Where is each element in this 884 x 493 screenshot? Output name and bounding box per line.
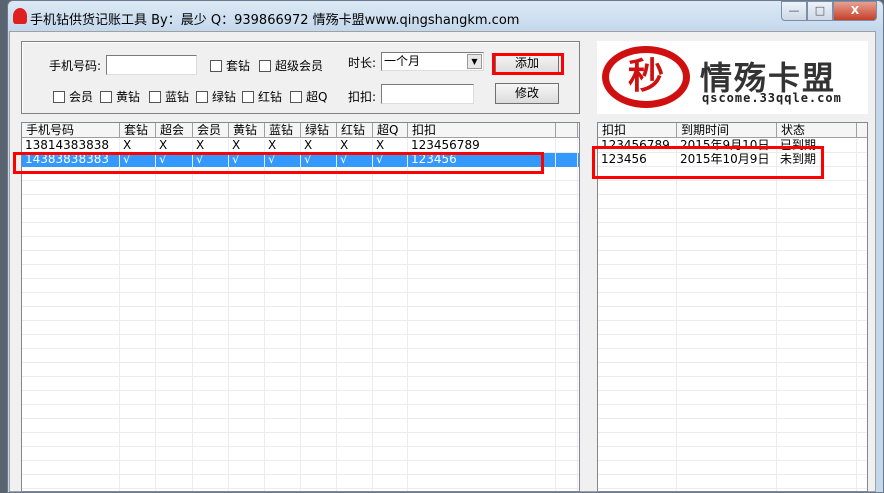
column-header[interactable]: 扣扣 — [598, 123, 677, 137]
main-table: 手机号码 套钻 超会 会员 黄钻 蓝钻 绿钻 红钻 超Q 扣扣 13814383838 X X X X X X… — [21, 122, 580, 492]
logo: 秒 情殇卡盟 qscome.33qqle.com — [597, 41, 868, 114]
column-header[interactable]: 会员 — [193, 123, 229, 137]
grid-line — [577, 139, 578, 491]
table-cell: 123456789 — [408, 139, 556, 153]
checkbox-box[interactable] — [210, 60, 222, 72]
table-cell: X — [337, 139, 373, 153]
column-header[interactable]: 红钻 — [337, 123, 373, 137]
grid-line — [776, 139, 777, 491]
input-group: 手机号码: 套钻 超级会员 时长: 一个月 ▼ 添加 会员 黄钻 蓝钻 绿钻 红钻… — [21, 41, 580, 114]
checkbox-box[interactable] — [242, 91, 254, 103]
column-header[interactable]: 扣扣 — [408, 123, 556, 137]
client-area: 手机号码: 套钻 超级会员 时长: 一个月 ▼ 添加 会员 黄钻 蓝钻 绿钻 红钻… — [9, 31, 876, 492]
checkbox-taozuan[interactable]: 套钻 — [210, 57, 250, 74]
duration-select[interactable]: 一个月 ▼ — [381, 52, 484, 71]
column-header[interactable]: 蓝钻 — [265, 123, 301, 137]
grid-line — [856, 139, 857, 491]
grid-line — [372, 139, 373, 491]
highlight-add — [492, 53, 564, 75]
checkbox-yellow[interactable]: 黄钻 — [100, 88, 140, 105]
grid-line — [336, 139, 337, 491]
chevron-down-icon[interactable]: ▼ — [467, 54, 482, 69]
grid-line — [228, 139, 229, 491]
checkbox-blue[interactable]: 蓝钻 — [149, 88, 189, 105]
table-cell: X — [301, 139, 337, 153]
app-icon — [13, 8, 27, 24]
logo-badge: 秒 — [602, 46, 690, 108]
column-header[interactable]: 超Q — [373, 123, 408, 137]
checkbox-box[interactable] — [259, 60, 271, 72]
column-header[interactable]: 黄钻 — [229, 123, 265, 137]
column-header[interactable]: 状态 — [777, 123, 857, 137]
phone-label: 手机号码: — [49, 59, 102, 73]
checkbox-red[interactable]: 红钻 — [242, 88, 282, 105]
duration-label: 时长: — [348, 56, 377, 70]
checkbox-member[interactable]: 会员 — [53, 88, 93, 105]
table-cell: X — [229, 139, 265, 153]
column-header[interactable]: 套钻 — [120, 123, 156, 137]
column-header[interactable]: 到期时间 — [677, 123, 777, 137]
table-cell: X — [373, 139, 408, 153]
maximize-button[interactable]: □ — [807, 1, 833, 21]
table-cell: 13814383838 — [22, 139, 120, 153]
grid-line — [155, 139, 156, 491]
highlight-row — [13, 152, 544, 174]
checkbox-box[interactable] — [53, 91, 65, 103]
table-cell: X — [193, 139, 229, 153]
grid-line — [407, 139, 408, 491]
grid-line — [555, 139, 556, 491]
column-header[interactable]: 超会 — [156, 123, 193, 137]
table-cell: X — [156, 139, 193, 153]
checkbox-box[interactable] — [100, 91, 112, 103]
table-cell: X — [265, 139, 301, 153]
qq-label: 扣扣: — [348, 90, 377, 104]
checkbox-box[interactable] — [290, 91, 302, 103]
modify-button[interactable]: 修改 — [495, 83, 559, 104]
column-header[interactable]: 手机号码 — [22, 123, 120, 137]
phone-input[interactable] — [106, 55, 197, 75]
checkbox-superq[interactable]: 超Q — [290, 88, 327, 105]
column-header-filler — [556, 123, 578, 137]
checkbox-super-member[interactable]: 超级会员 — [259, 57, 323, 74]
grid-line — [119, 139, 120, 491]
close-button[interactable]: X — [833, 1, 877, 21]
column-header[interactable]: 绿钻 — [301, 123, 337, 137]
window-title: 手机钻供货记账工具 By：晨少 Q：939866972 情殇卡盟www.qing… — [30, 13, 520, 28]
grid-line — [192, 139, 193, 491]
logo-url: qscome.33qqle.com — [702, 91, 842, 105]
checkbox-box[interactable] — [149, 91, 161, 103]
checkbox-green[interactable]: 绿钻 — [196, 88, 236, 105]
table-cell: X — [120, 139, 156, 153]
qq-input[interactable] — [381, 84, 474, 104]
checkbox-box[interactable] — [196, 91, 208, 103]
grid-line — [300, 139, 301, 491]
app-window: 手机钻供货记账工具 By：晨少 Q：939866972 情殇卡盟www.qing… — [7, 0, 884, 493]
minimize-button[interactable]: — — [781, 1, 807, 21]
grid-line — [264, 139, 265, 491]
grid-line — [676, 139, 677, 491]
column-header-filler — [857, 123, 867, 137]
highlight-expiry — [592, 146, 824, 179]
